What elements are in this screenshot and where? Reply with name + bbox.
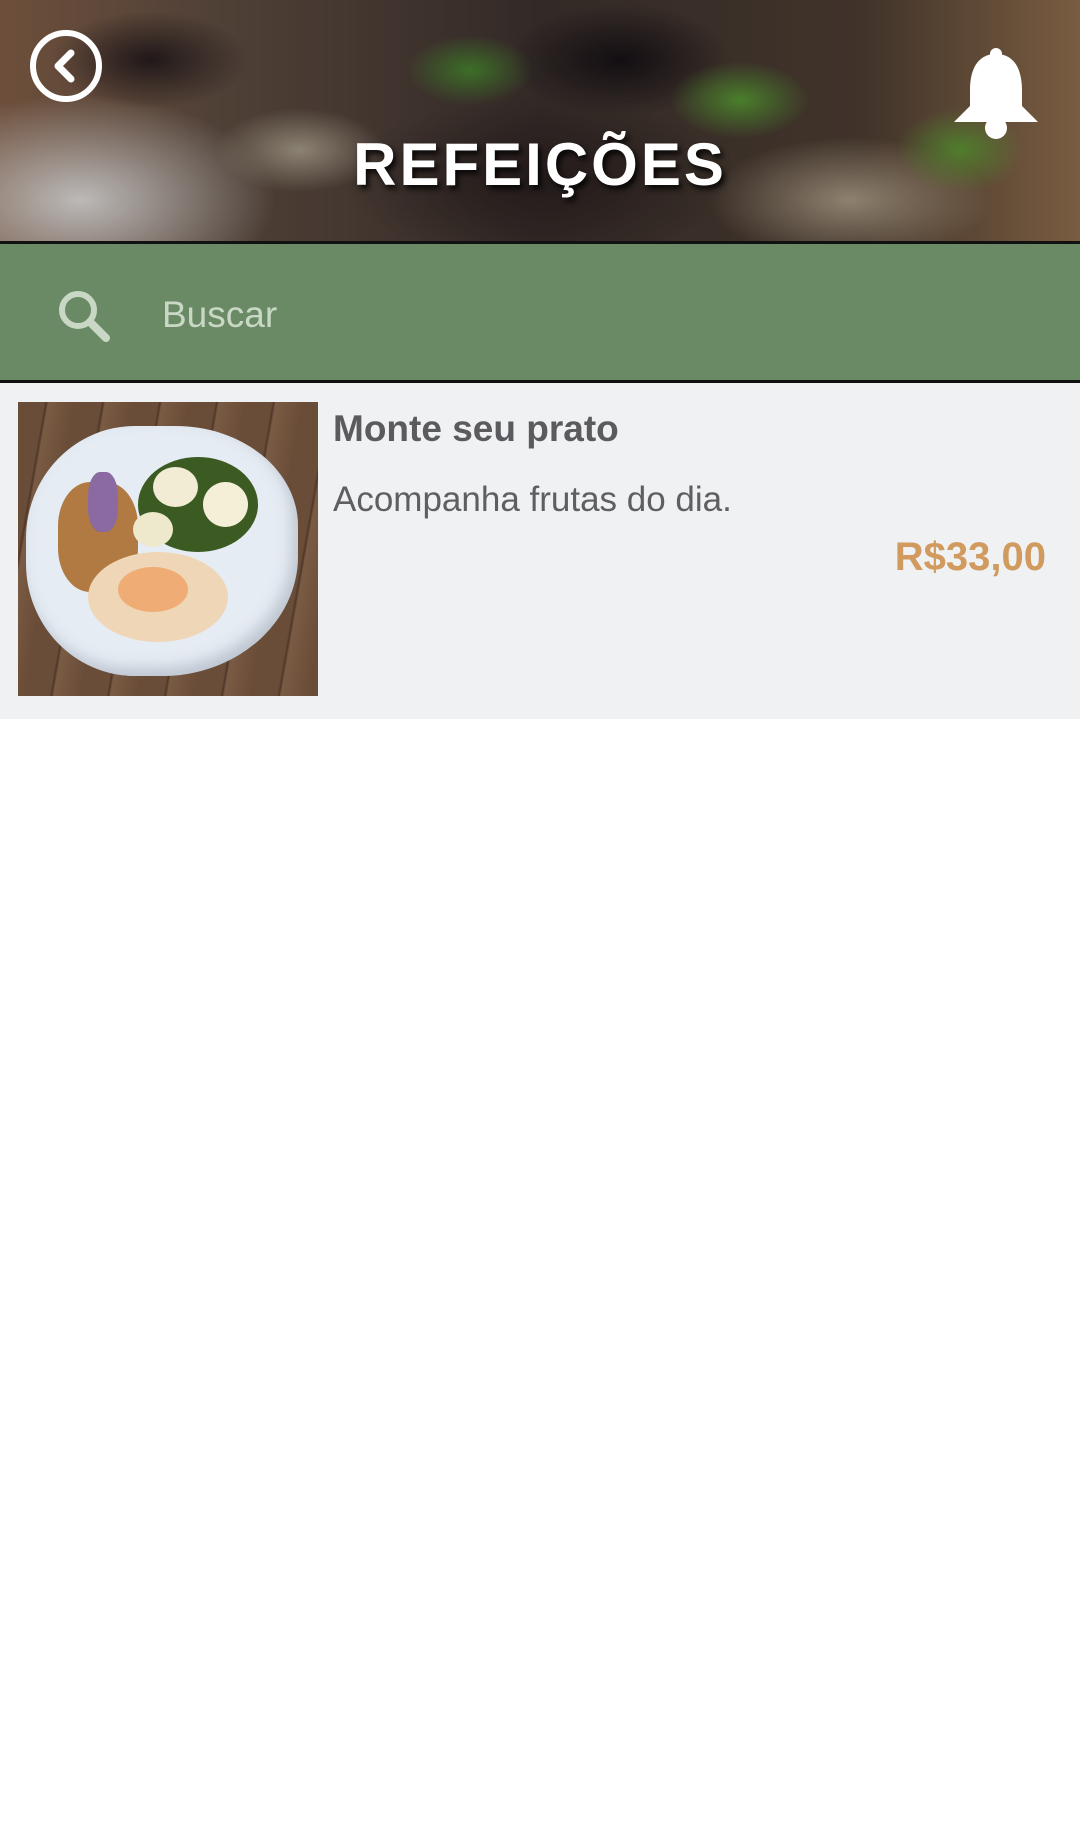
meal-photo xyxy=(18,402,318,696)
meal-description: Acompanha frutas do dia. xyxy=(333,480,732,519)
meal-list: Monte seu prato Acompanha frutas do dia.… xyxy=(0,383,1080,719)
search-input[interactable] xyxy=(160,279,1044,351)
page-title: REFEIÇÕES xyxy=(353,131,727,198)
back-button[interactable] xyxy=(30,30,102,102)
header-banner: REFEIÇÕES xyxy=(0,0,1080,241)
chevron-left-icon xyxy=(54,49,75,83)
search-icon xyxy=(59,291,110,342)
bell-icon[interactable] xyxy=(948,46,1044,142)
meal-price: R$33,00 xyxy=(894,535,1046,579)
meal-name: Monte seu prato xyxy=(333,408,619,449)
search-bar xyxy=(0,241,1080,383)
